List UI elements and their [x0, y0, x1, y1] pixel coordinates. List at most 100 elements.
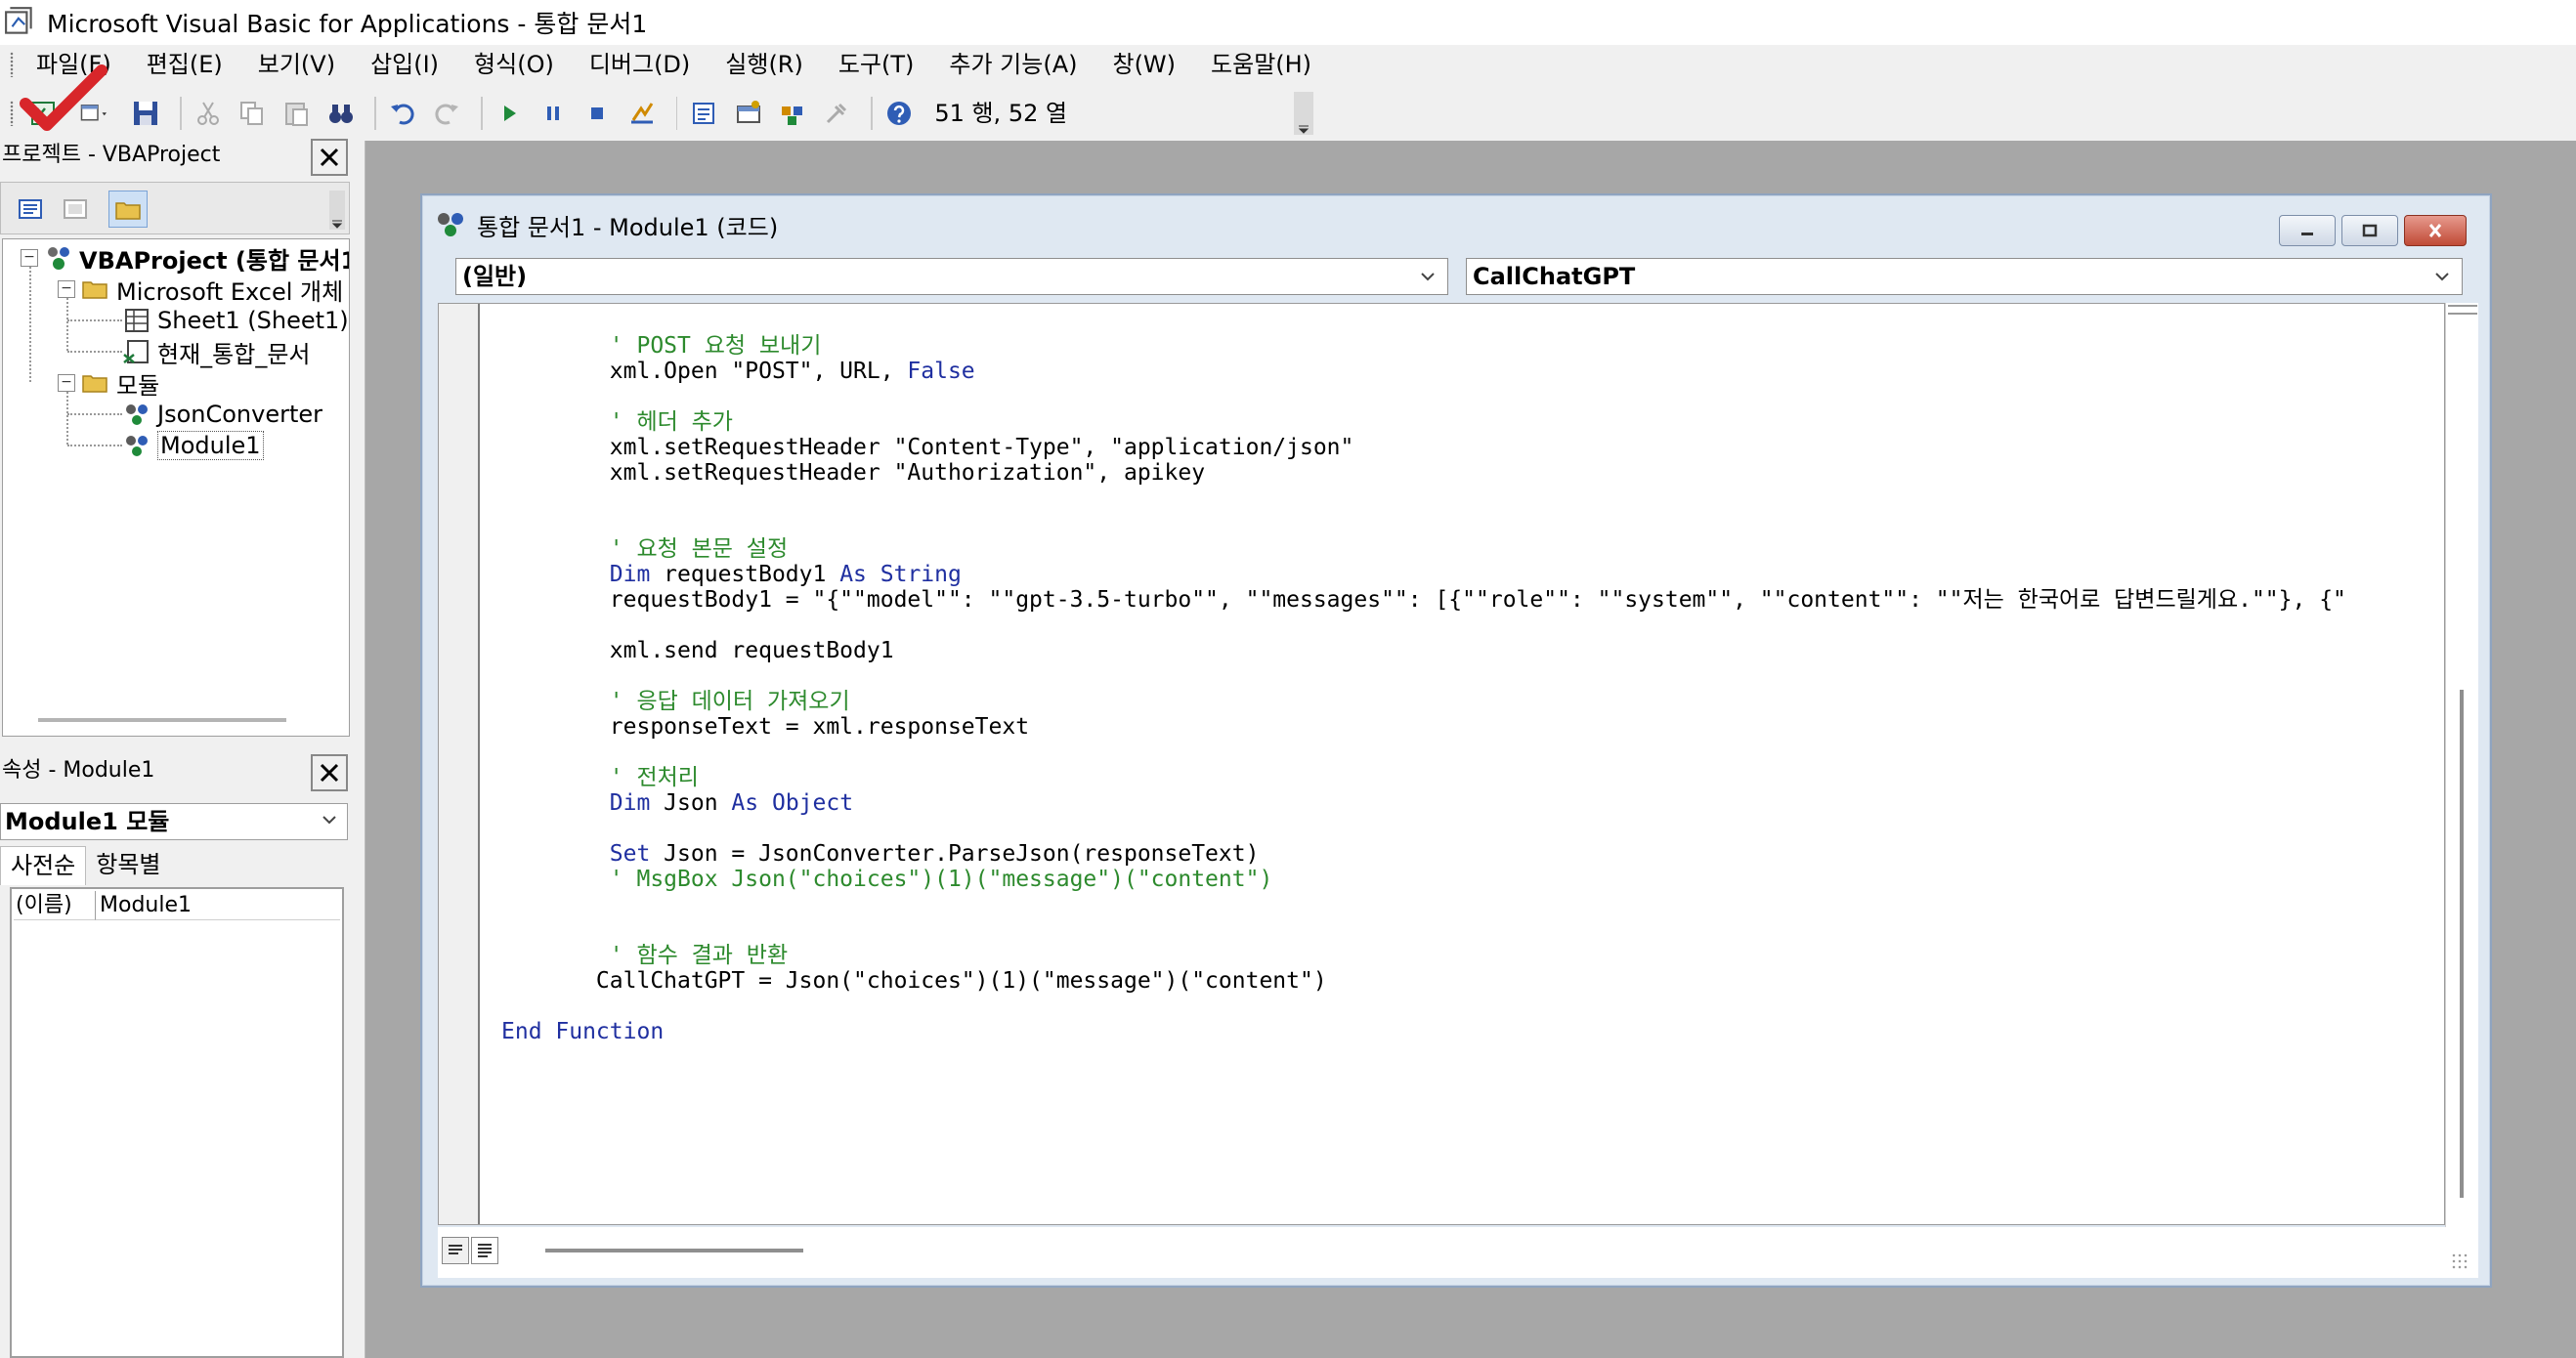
tree-expander-excel-objects[interactable]: −	[58, 280, 75, 298]
run-button[interactable]	[491, 95, 527, 132]
code-line[interactable]: xml.send requestBody1	[501, 638, 894, 663]
project-tree-hscroll[interactable]	[38, 718, 286, 722]
tree-item-module1[interactable]: Module1	[122, 429, 264, 462]
code-line[interactable]: requestBody1 = "{""model"": ""gpt-3.5-tu…	[501, 587, 2346, 613]
code-line[interactable]: ' 전처리	[501, 765, 699, 790]
code-line[interactable]: ' POST 요청 보내기	[501, 333, 822, 359]
properties-object-select[interactable]: Module1 모듈	[0, 803, 348, 840]
save-button[interactable]	[127, 95, 163, 132]
tree-expander-modules[interactable]: −	[58, 374, 75, 392]
project-pane-close-button[interactable]	[311, 139, 348, 176]
property-key: (이름)	[14, 891, 96, 920]
menu-bar: 파일(F) 편집(E) 보기(V) 삽입(I) 형식(O) 디버그(D) 실행(…	[0, 45, 2576, 84]
code-token: As	[731, 790, 759, 816]
code-line[interactable]: ' 헤더 추가	[501, 409, 733, 435]
restore-button[interactable]	[2341, 215, 2398, 246]
tree-label: VBAProject (통합 문서1)	[79, 246, 350, 275]
design-mode-button[interactable]	[623, 95, 660, 132]
binoculars-icon	[328, 105, 353, 123]
toggle-folders-button[interactable]	[108, 191, 148, 228]
code-token: xml.send requestBody1	[501, 638, 894, 663]
code-line[interactable]: End Function	[501, 1019, 664, 1044]
tab-alphabetic[interactable]: 사전순	[0, 846, 87, 885]
menu-view[interactable]: 보기(V)	[247, 47, 346, 82]
menu-window[interactable]: 창(W)	[1101, 47, 1186, 82]
tree-item-modules[interactable]: 모듈	[81, 366, 159, 400]
close-button[interactable]	[2404, 215, 2467, 246]
code-line[interactable]: xml.setRequestHeader "Authorization", ap…	[501, 460, 1205, 486]
find-button[interactable]	[322, 95, 359, 132]
view-object-button[interactable]	[56, 191, 95, 228]
code-line[interactable]: Dim requestBody1 As String	[501, 562, 962, 587]
break-button[interactable]	[535, 95, 571, 132]
view-code-button[interactable]	[11, 191, 50, 228]
code-line[interactable]: Set Json = JsonConverter.ParseJson(respo…	[501, 841, 1260, 867]
menu-addins[interactable]: 추가 기능(A)	[938, 47, 1088, 82]
code-hscroll[interactable]	[438, 1227, 2478, 1278]
code-line[interactable]: ' 요청 본문 설정	[501, 536, 788, 562]
cut-button[interactable]	[190, 95, 226, 132]
minimize-button[interactable]	[2279, 215, 2336, 246]
code-line[interactable]: ' 함수 결과 반환	[501, 943, 788, 968]
menu-run[interactable]: 실행(R)	[714, 47, 814, 82]
tree-item-sheet1[interactable]: Sheet1 (Sheet1)	[122, 304, 349, 337]
code-vscroll[interactable]	[2445, 303, 2478, 1229]
code-line[interactable]: ' 응답 데이터 가져오기	[501, 689, 850, 714]
chevron-down-icon	[1421, 273, 1435, 281]
code-line[interactable]: ' MsgBox Json("choices")(1)("message")("…	[501, 867, 1273, 892]
vba-app-icon	[5, 7, 32, 34]
menu-format[interactable]: 형식(O)	[463, 47, 565, 82]
toolbox-button[interactable]	[819, 95, 855, 132]
margin-indicator-bar[interactable]	[439, 304, 480, 1224]
menu-insert[interactable]: 삽입(I)	[360, 47, 450, 82]
code-line[interactable]: xml.setRequestHeader "Content-Type", "ap…	[501, 435, 1354, 460]
menu-edit[interactable]: 편집(E)	[136, 47, 234, 82]
project-explorer-button[interactable]	[685, 95, 721, 132]
procedure-dropdown[interactable]: CallChatGPT	[1466, 258, 2463, 295]
tree-expander-root[interactable]: −	[21, 249, 38, 267]
copy-button[interactable]	[234, 95, 270, 132]
properties-window-button[interactable]	[730, 95, 766, 132]
code-editor[interactable]: ' POST 요청 보내기 xml.Open "POST", URL, Fals…	[438, 303, 2445, 1225]
project-toolbar-overflow[interactable]	[329, 191, 345, 230]
tree-line	[67, 445, 122, 446]
split-bar[interactable]	[2448, 305, 2477, 315]
pane-splitter[interactable]	[350, 141, 365, 1358]
vscroll-thumb[interactable]	[2460, 690, 2464, 1198]
tree-item-jsonconverter[interactable]: JsonConverter	[122, 398, 322, 431]
tree-item-vbaproject[interactable]: VBAProject (통합 문서1)	[44, 241, 350, 275]
toolbar-overflow-button[interactable]	[1294, 92, 1313, 135]
code-line[interactable]: CallChatGPT = Json("choices")(1)("messag…	[501, 968, 1327, 994]
code-line[interactable]: responseText = xml.responseText	[501, 714, 1029, 740]
tree-item-workbook[interactable]: 현재_통합_문서	[122, 335, 310, 368]
menu-tools[interactable]: 도구(T)	[828, 47, 925, 82]
property-row-name[interactable]: (이름) Module1	[14, 891, 340, 920]
full-module-view-button[interactable]	[471, 1237, 498, 1264]
procedure-view-button[interactable]	[442, 1237, 469, 1264]
title-bar: Microsoft Visual Basic for Applications …	[0, 0, 2576, 45]
resize-grip[interactable]	[2451, 1252, 2469, 1270]
code-line[interactable]: xml.Open "POST", URL, False	[501, 359, 975, 384]
tab-categorized[interactable]: 항목별	[86, 846, 170, 885]
undo-button[interactable]	[384, 95, 420, 132]
code-line[interactable]: Dim Json As Object	[501, 790, 853, 816]
redo-button[interactable]	[429, 95, 465, 132]
tree-item-excel-objects[interactable]: Microsoft Excel 개체	[81, 273, 343, 306]
menubar-grip[interactable]	[10, 52, 14, 77]
help-button[interactable]	[880, 95, 917, 132]
code-token: Set	[501, 841, 665, 867]
properties-pane-close-button[interactable]	[311, 754, 348, 791]
menu-debug[interactable]: 디버그(D)	[579, 47, 701, 82]
chevron-down-icon	[2435, 273, 2449, 281]
code-token: requestBody1	[650, 562, 840, 587]
menu-help[interactable]: 도움말(H)	[1200, 47, 1322, 82]
object-browser-button[interactable]	[774, 95, 810, 132]
code-lines: ' POST 요청 보내기 xml.Open "POST", URL, Fals…	[501, 333, 2426, 1212]
play-icon	[503, 106, 516, 121]
object-dropdown[interactable]: (일반)	[455, 258, 1448, 295]
toolbar-grip[interactable]	[10, 101, 14, 126]
reset-button[interactable]	[580, 95, 616, 132]
property-value[interactable]: Module1	[96, 891, 340, 920]
paste-button[interactable]	[279, 95, 315, 132]
hscroll-thumb[interactable]	[545, 1249, 803, 1252]
